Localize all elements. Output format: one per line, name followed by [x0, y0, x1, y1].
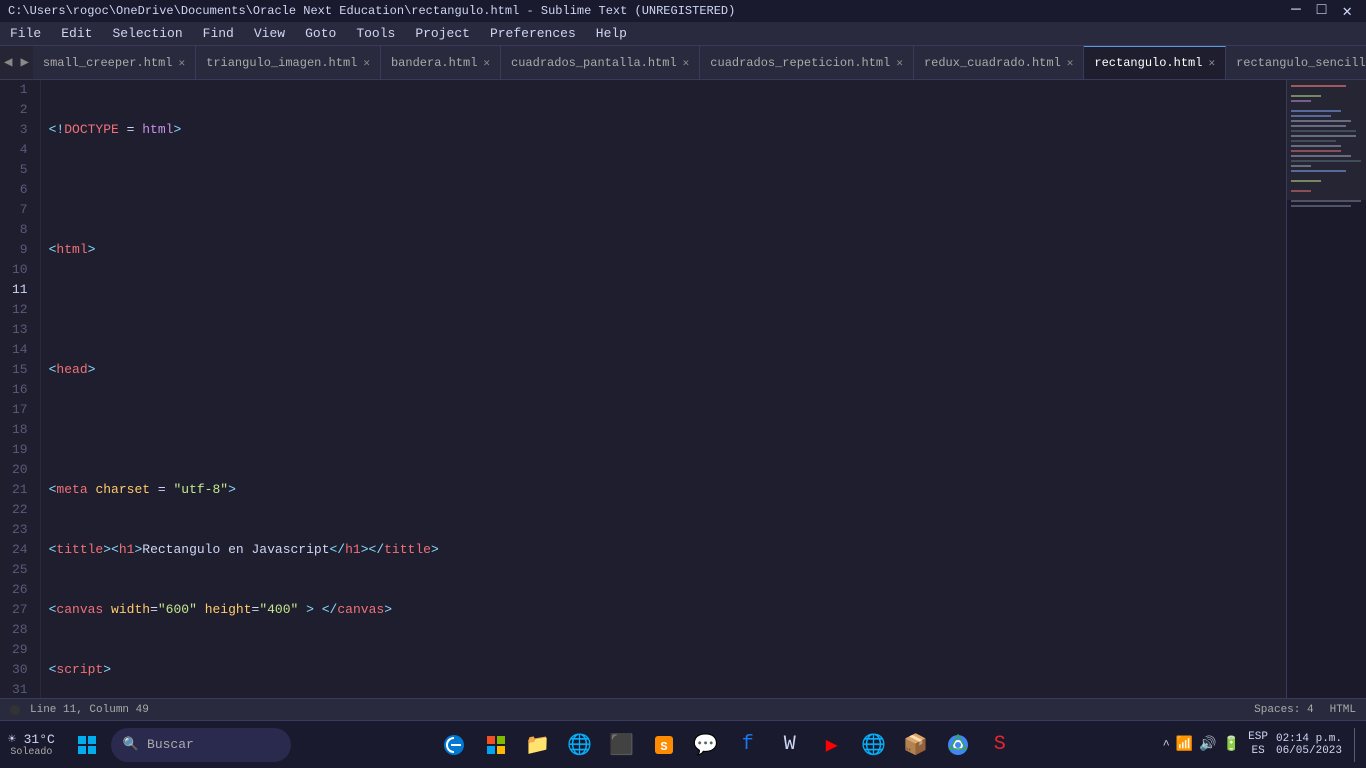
menu-find[interactable]: Find — [193, 24, 244, 43]
code-line-7: <meta charset = "utf-8"> — [49, 480, 1278, 500]
code-line-10: <script> — [49, 660, 1278, 680]
taskbar-search[interactable]: 🔍 Buscar — [111, 728, 291, 762]
taskbar-icon-discord[interactable]: 💬 — [686, 725, 726, 765]
tab-bandera[interactable]: bandera.html ✕ — [381, 46, 501, 80]
menu-project[interactable]: Project — [405, 24, 480, 43]
taskbar-icon-browser1[interactable]: 🌐 — [560, 725, 600, 765]
taskbar-icon-edge2[interactable]: 🌐 — [854, 725, 894, 765]
status-filetype: HTML — [1330, 704, 1356, 716]
tab-triangulo-imagen[interactable]: triangulo_imagen.html ✕ — [196, 46, 381, 80]
minimize-button[interactable]: ─ — [1285, 1, 1307, 21]
taskbar-icon-store[interactable] — [476, 725, 516, 765]
taskbar-icon-sf[interactable]: S — [980, 725, 1020, 765]
status-dot — [10, 705, 20, 715]
code-line-6 — [49, 420, 1278, 440]
taskbar-icon-wiki[interactable]: W — [770, 725, 810, 765]
code-line-3: <html> — [49, 240, 1278, 260]
taskbar-icon-amazon[interactable]: 📦 — [896, 725, 936, 765]
status-bar: Line 11, Column 49 Spaces: 4 HTML — [0, 698, 1366, 720]
taskbar-icon-chrome[interactable] — [938, 725, 978, 765]
title-bar-controls[interactable]: ─ □ ✕ — [1285, 1, 1358, 21]
tab-rectangulo-sencillo[interactable]: rectangulo_sencillo.html ✕ — [1226, 46, 1366, 80]
tab-small-creeper[interactable]: small_creeper.html ✕ — [33, 46, 196, 80]
taskbar-system: ^ 📶 🔊 🔋 ESPES 02:14 p.m. 06/05/2023 — [1163, 728, 1358, 762]
taskbar-icon-files[interactable]: 📁 — [518, 725, 558, 765]
tab-nav-left[interactable]: ◀ — [0, 54, 16, 71]
menu-edit[interactable]: Edit — [51, 24, 102, 43]
close-tab-cuadrados-pantalla[interactable]: ✕ — [683, 56, 690, 70]
volume-icon[interactable]: 🔊 — [1199, 736, 1216, 753]
start-button[interactable] — [67, 725, 107, 765]
menu-view[interactable]: View — [244, 24, 295, 43]
search-icon: 🔍 — [123, 737, 139, 752]
close-tab-cuadrados-repeticion[interactable]: ✕ — [896, 56, 903, 70]
taskbar-icon-sublime[interactable]: S — [644, 725, 684, 765]
chevron-up-icon[interactable]: ^ — [1163, 738, 1170, 752]
svg-text:S: S — [660, 740, 667, 754]
minimap-highlight — [1287, 80, 1366, 200]
title-bar-title: C:\Users\rogoc\OneDrive\Documents\Oracle… — [8, 4, 735, 18]
tab-rectangulo[interactable]: rectangulo.html ✕ — [1084, 46, 1226, 80]
code-line-2 — [49, 180, 1278, 200]
show-desktop-button[interactable] — [1354, 728, 1358, 762]
sys-icons: ^ 📶 🔊 🔋 — [1163, 736, 1241, 753]
code-content[interactable]: <!DOCTYPE = html> <html> <head> <meta ch… — [41, 80, 1286, 698]
status-spaces: Spaces: 4 — [1254, 704, 1313, 716]
language-indicator: ESPES — [1248, 731, 1268, 757]
close-tab-small-creeper[interactable]: ✕ — [179, 56, 186, 70]
menu-preferences[interactable]: Preferences — [480, 24, 586, 43]
taskbar-clock[interactable]: 02:14 p.m. 06/05/2023 — [1276, 733, 1342, 757]
taskbar-app-icons: 📁 🌐 ⬛ S 💬 f W ▶ 🌐 📦 — [295, 725, 1159, 765]
line-numbers: 1 2 3 4 5 6 7 8 9 10 11 12 13 14 15 16 1… — [0, 80, 41, 698]
code-line-5: <head> — [49, 360, 1278, 380]
code-area[interactable]: 1 2 3 4 5 6 7 8 9 10 11 12 13 14 15 16 1… — [0, 80, 1286, 698]
code-line-4 — [49, 300, 1278, 320]
minimap-content — [1287, 80, 1366, 698]
tab-cuadrados-repeticion[interactable]: cuadrados_repeticion.html ✕ — [700, 46, 914, 80]
title-bar: C:\Users\rogoc\OneDrive\Documents\Oracle… — [0, 0, 1366, 22]
editor-container: 1 2 3 4 5 6 7 8 9 10 11 12 13 14 15 16 1… — [0, 80, 1366, 698]
menu-bar: File Edit Selection Find View Goto Tools… — [0, 22, 1366, 46]
code-line-9: <canvas width="600" height="400" > </can… — [49, 600, 1278, 620]
taskbar-icon-terminal[interactable]: ⬛ — [602, 725, 642, 765]
status-right: Spaces: 4 HTML — [1254, 704, 1356, 716]
close-tab-triangulo[interactable]: ✕ — [363, 56, 370, 70]
tab-nav-right[interactable]: ▶ — [16, 54, 32, 71]
code-line-8: <tittle><h1>Rectangulo en Javascript</h1… — [49, 540, 1278, 560]
menu-selection[interactable]: Selection — [102, 24, 192, 43]
network-icon[interactable]: 📶 — [1176, 736, 1193, 753]
maximize-button[interactable]: □ — [1311, 1, 1333, 21]
close-tab-redux[interactable]: ✕ — [1067, 56, 1074, 70]
close-tab-rectangulo[interactable]: ✕ — [1208, 56, 1215, 70]
battery-icon[interactable]: 🔋 — [1223, 736, 1240, 753]
windows-icon — [77, 735, 97, 755]
clock-date: 06/05/2023 — [1276, 745, 1342, 757]
status-line-col: Line 11, Column 49 — [30, 704, 149, 716]
weather-temp: ☀ 31°C — [8, 732, 55, 747]
taskbar-icon-youtube[interactable]: ▶ — [812, 725, 852, 765]
minimap[interactable] — [1286, 80, 1366, 698]
status-left: Line 11, Column 49 — [10, 704, 149, 716]
clock-time: 02:14 p.m. — [1276, 733, 1342, 745]
code-line-1: <!DOCTYPE = html> — [49, 120, 1278, 140]
menu-file[interactable]: File — [0, 24, 51, 43]
close-button[interactable]: ✕ — [1336, 1, 1358, 21]
taskbar-icon-edge[interactable] — [434, 725, 474, 765]
taskbar-weather: ☀ 31°C Soleado — [8, 732, 55, 758]
tab-bar: ◀ ▶ small_creeper.html ✕ triangulo_image… — [0, 46, 1366, 80]
menu-goto[interactable]: Goto — [295, 24, 346, 43]
taskbar: ☀ 31°C Soleado 🔍 Buscar — [0, 720, 1366, 768]
close-tab-bandera[interactable]: ✕ — [483, 56, 490, 70]
taskbar-icon-facebook[interactable]: f — [728, 725, 768, 765]
search-label: Buscar — [147, 737, 194, 752]
code-editor[interactable]: 1 2 3 4 5 6 7 8 9 10 11 12 13 14 15 16 1… — [0, 80, 1286, 698]
menu-tools[interactable]: Tools — [346, 24, 405, 43]
tab-redux-cuadrado[interactable]: redux_cuadrado.html ✕ — [914, 46, 1084, 80]
menu-help[interactable]: Help — [586, 24, 637, 43]
weather-desc: Soleado — [10, 747, 52, 758]
tab-cuadrados-pantalla[interactable]: cuadrados_pantalla.html ✕ — [501, 46, 700, 80]
